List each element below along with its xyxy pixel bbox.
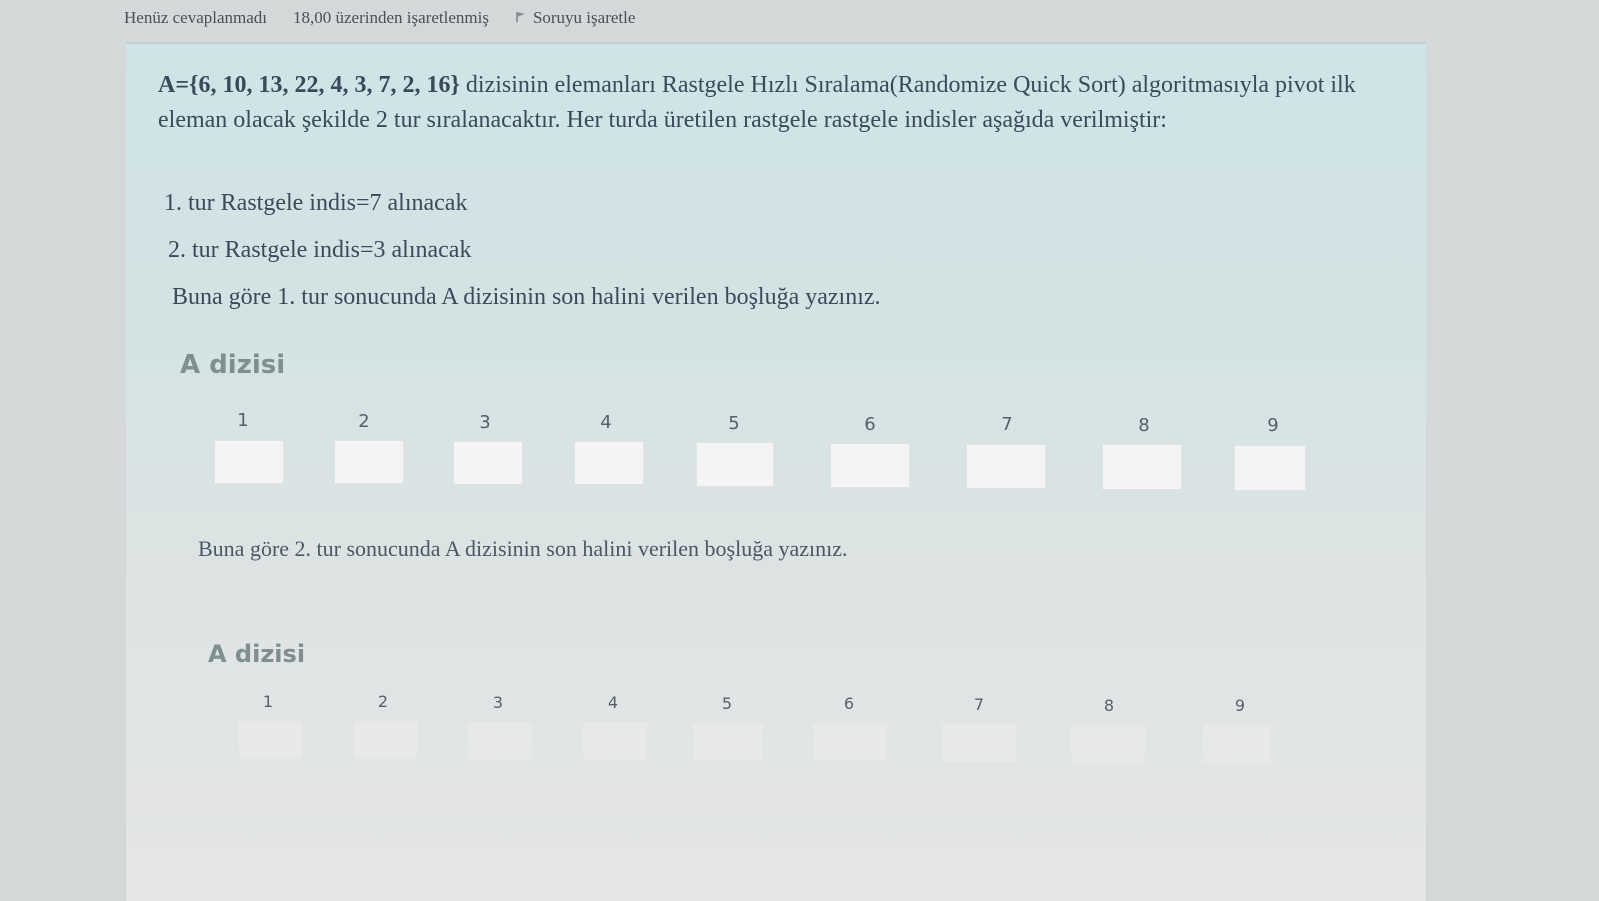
step-1-text: 1. tur Rastgele indis=7 alınacak <box>164 190 468 216</box>
array-1-col-6: 6 <box>864 414 876 435</box>
array-1-input-6[interactable] <box>830 443 910 488</box>
array-1-col-2: 2 <box>358 411 370 432</box>
array-1-col-7: 7 <box>1001 414 1013 435</box>
array-2-col-9: 9 <box>1234 696 1246 715</box>
flag-question-label: Soruyu işaretle <box>532 8 636 27</box>
array-2-col-7: 7 <box>973 695 985 714</box>
array-2-col-3: 3 <box>492 693 504 712</box>
array-1-col-1: 1 <box>237 410 249 431</box>
array-2-input-6[interactable] <box>812 722 888 762</box>
array-1-col-3: 3 <box>479 412 491 433</box>
array-2-col-5: 5 <box>721 694 733 713</box>
array-2-col-2: 2 <box>377 692 389 711</box>
array-2-input-4[interactable] <box>582 721 648 761</box>
array-1-input-5[interactable] <box>696 442 774 487</box>
array-1-col-9: 9 <box>1267 415 1279 436</box>
round-1-prompt: Buna göre 1. tur sonucunda A dizisinin s… <box>172 284 881 310</box>
array-2-input-3[interactable] <box>467 721 533 761</box>
array-2-input-1[interactable] <box>238 720 304 760</box>
array-1-input-8[interactable] <box>1102 444 1182 490</box>
array-2-col-8: 8 <box>1103 696 1115 715</box>
array-1-input-1[interactable] <box>214 440 284 484</box>
array-1-col-5: 5 <box>728 413 740 434</box>
array-2-input-9[interactable] <box>1202 724 1272 764</box>
array-2-heading: A dizisi <box>208 640 306 668</box>
array-1-col-4: 4 <box>600 412 612 433</box>
flag-icon <box>515 8 527 28</box>
question-text: A={6, 10, 13, 22, 4, 3, 7, 2, 16} dizisi… <box>158 68 1358 138</box>
array-1-input-4[interactable] <box>574 441 644 485</box>
array-2-col-4: 4 <box>607 693 619 712</box>
step-2-text: 2. tur Rastgele indis=3 alınacak <box>168 237 472 263</box>
array-1-input-3[interactable] <box>453 441 523 485</box>
flag-question-button[interactable]: Soruyu işaretle <box>515 8 635 28</box>
round-2-prompt: Buna göre 2. tur sonucunda A dizisinin s… <box>198 536 848 561</box>
array-1-input-9[interactable] <box>1234 445 1306 491</box>
question-status-bar: Henüz cevaplanmadı 18,00 üzerinden işare… <box>124 8 635 28</box>
array-2-input-7[interactable] <box>941 723 1017 763</box>
answer-status: Henüz cevaplanmadı <box>124 8 268 27</box>
question-panel: A={6, 10, 13, 22, 4, 3, 7, 2, 16} dizisi… <box>126 42 1426 901</box>
array-1-col-8: 8 <box>1138 415 1150 436</box>
array-literal: A={6, 10, 13, 22, 4, 3, 7, 2, 16} <box>158 72 460 98</box>
array-1-heading: A dizisi <box>180 350 286 380</box>
array-1-input-2[interactable] <box>334 440 404 484</box>
array-2-col-1: 1 <box>262 692 274 711</box>
array-1-input-7[interactable] <box>966 444 1046 489</box>
marks-info: 18,00 üzerinden işaretlenmiş <box>293 8 489 27</box>
array-2-input-5[interactable] <box>692 722 764 762</box>
array-2-input-2[interactable] <box>352 720 418 760</box>
array-2-input-8[interactable] <box>1070 724 1146 764</box>
array-2-col-6: 6 <box>843 694 855 713</box>
